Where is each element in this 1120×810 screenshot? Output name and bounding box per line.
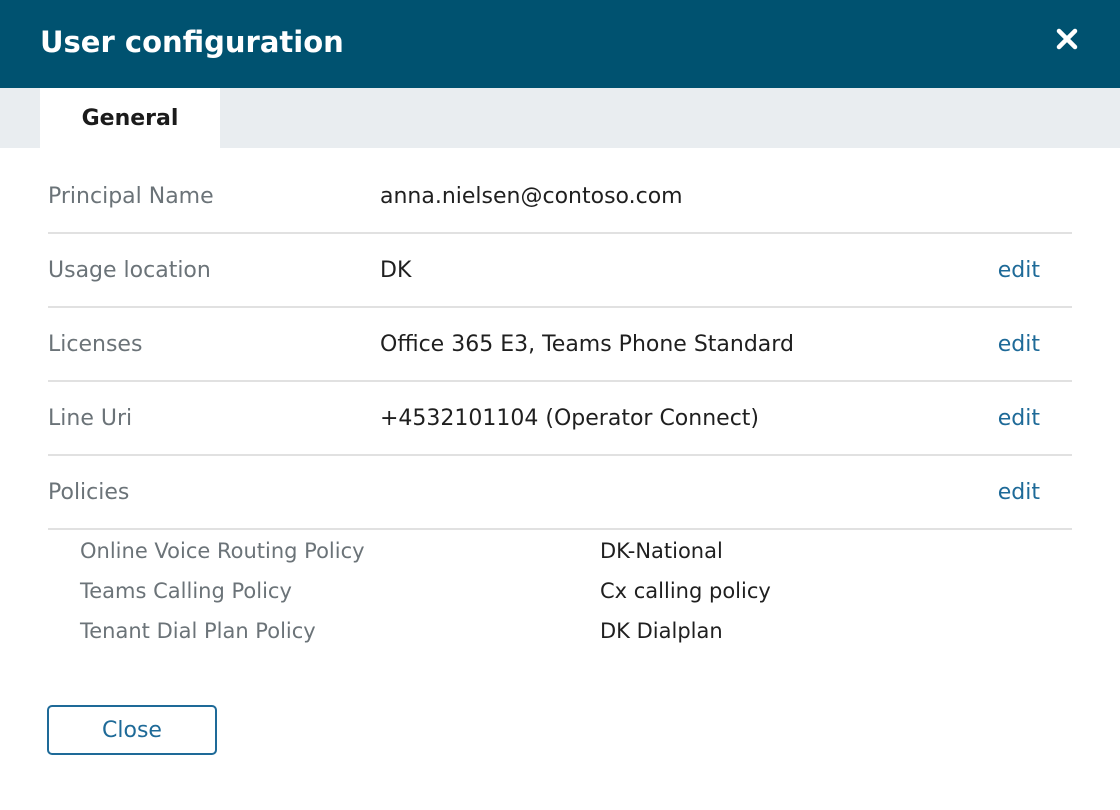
- policies-edit-link[interactable]: edit: [998, 456, 1040, 530]
- principal-name-row: Principal Name anna.nielsen@contoso.com: [48, 160, 1072, 234]
- policy-item: Tenant Dial Plan Policy DK Dialplan: [80, 611, 980, 651]
- policies-label: Policies: [48, 480, 130, 505]
- line-uri-value: +4532101104 (Operator Connect): [380, 406, 759, 431]
- policy-name: Online Voice Routing Policy: [80, 539, 365, 563]
- licenses-row: Licenses Office 365 E3, Teams Phone Stan…: [48, 308, 1072, 382]
- dialog-header: User configuration: [0, 0, 1120, 88]
- dialog-title: User configuration: [40, 25, 344, 59]
- policy-value: Cx calling policy: [600, 579, 771, 603]
- principal-name-value: anna.nielsen@contoso.com: [380, 184, 683, 209]
- usage-location-edit-link[interactable]: edit: [998, 234, 1040, 308]
- close-button[interactable]: Close: [47, 705, 217, 755]
- usage-location-label: Usage location: [48, 258, 211, 283]
- line-uri-row: Line Uri +4532101104 (Operator Connect) …: [48, 382, 1072, 456]
- policy-item: Teams Calling Policy Cx calling policy: [80, 571, 980, 611]
- tab-bar: General: [0, 88, 1120, 148]
- policy-value: DK Dialplan: [600, 619, 723, 643]
- policy-item: Online Voice Routing Policy DK-National: [80, 531, 980, 571]
- licenses-label: Licenses: [48, 332, 143, 357]
- usage-location-value: DK: [380, 258, 412, 283]
- policy-value: DK-National: [600, 539, 723, 563]
- principal-name-label: Principal Name: [48, 184, 214, 209]
- close-icon[interactable]: [1050, 22, 1084, 56]
- policy-name: Tenant Dial Plan Policy: [80, 619, 316, 643]
- tab-general[interactable]: General: [40, 88, 220, 148]
- line-uri-label: Line Uri: [48, 406, 133, 431]
- line-uri-edit-link[interactable]: edit: [998, 382, 1040, 456]
- licenses-edit-link[interactable]: edit: [998, 308, 1040, 382]
- usage-location-row: Usage location DK edit: [48, 234, 1072, 308]
- licenses-value: Office 365 E3, Teams Phone Standard: [380, 332, 794, 357]
- policy-name: Teams Calling Policy: [80, 579, 292, 603]
- policies-row: Policies edit: [48, 456, 1072, 530]
- user-configuration-dialog: User configuration General Principal Nam…: [0, 0, 1120, 810]
